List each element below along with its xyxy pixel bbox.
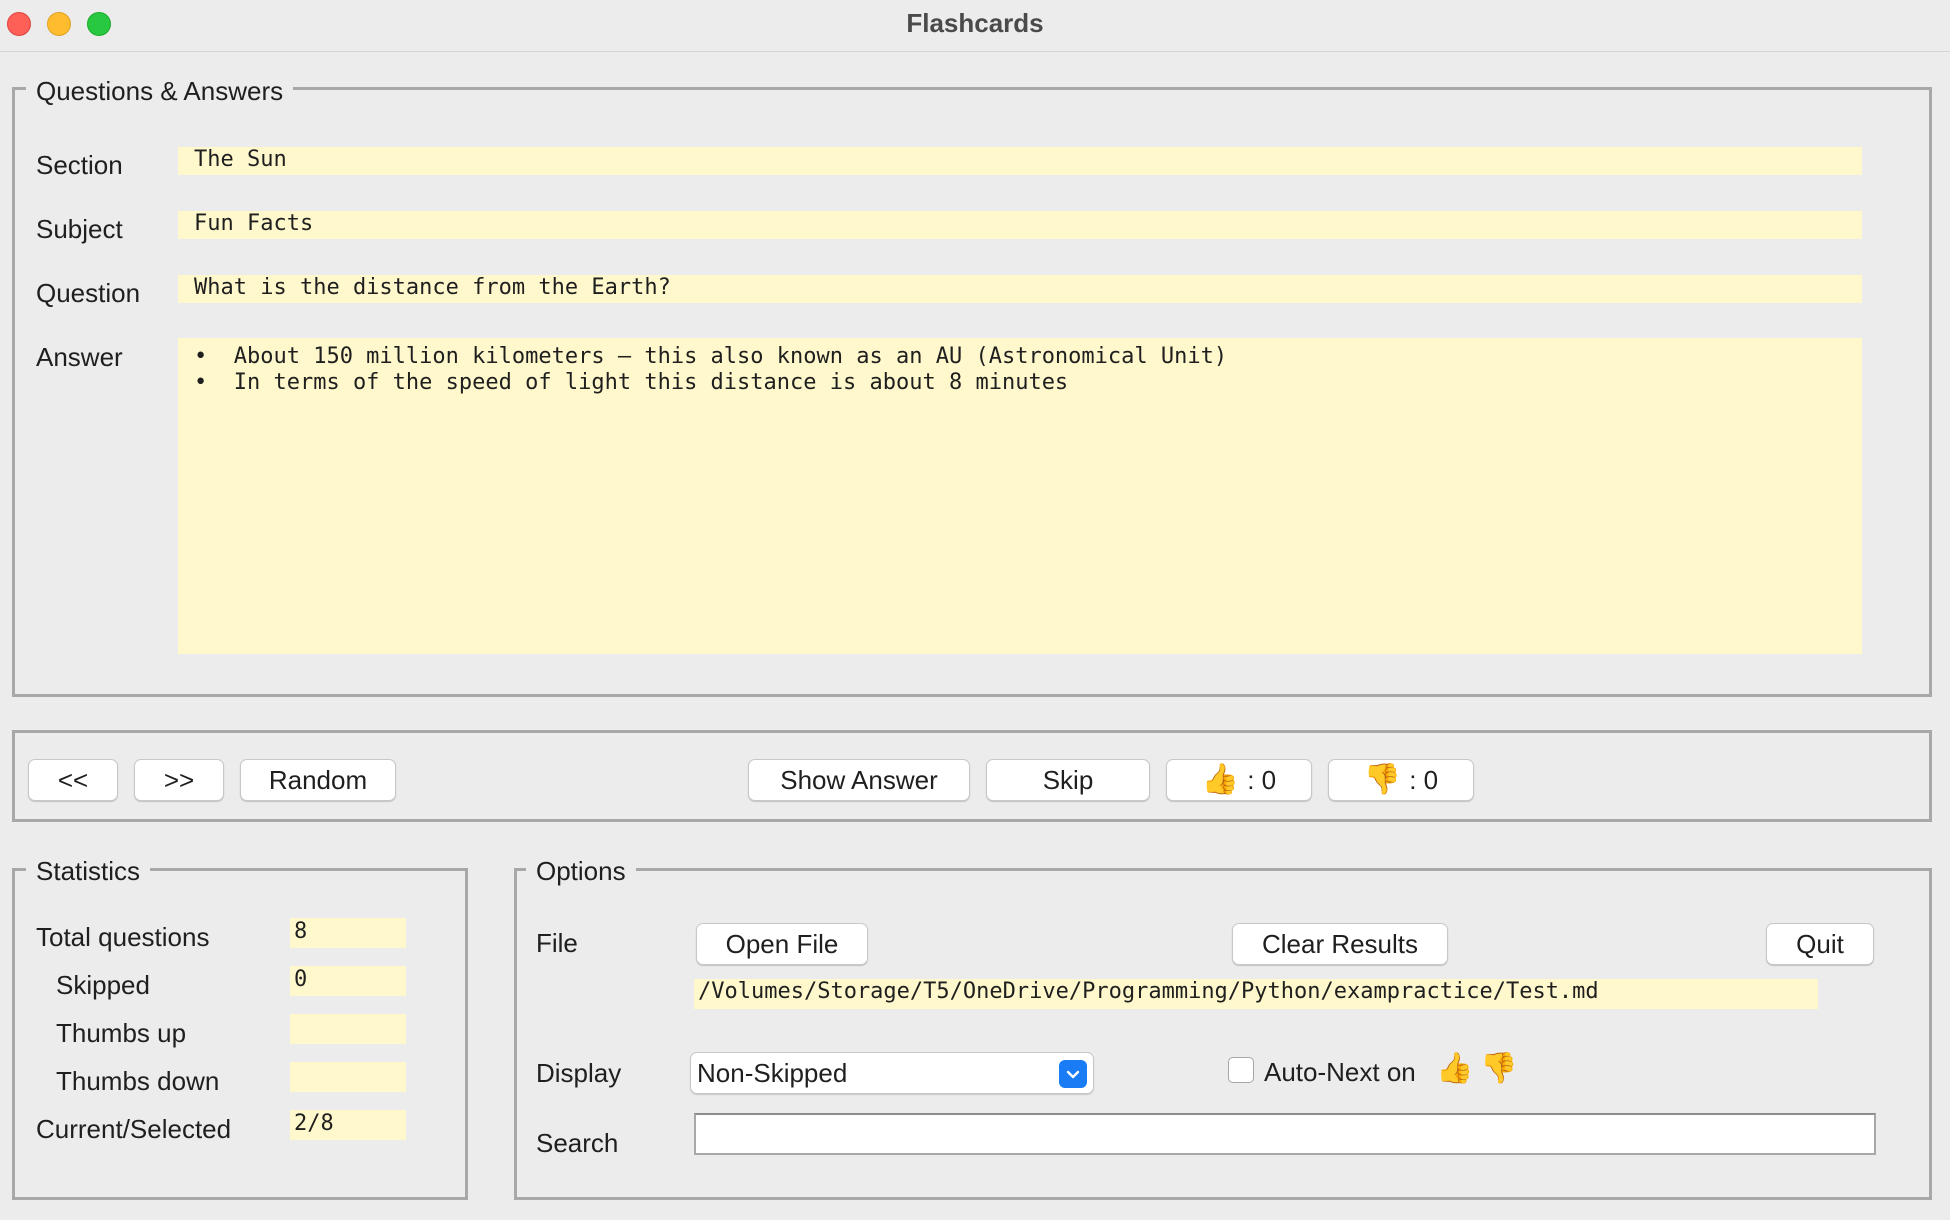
title-bar: Flashcards	[0, 0, 1950, 52]
thumbs-down-count: : 0	[1409, 765, 1439, 795]
thumbs-down-button[interactable]: 👎 : 0	[1328, 759, 1474, 801]
thumbs-up-icon: 👍	[1201, 763, 1240, 796]
answer-label: Answer	[36, 342, 123, 372]
display-selected-value: Non-Skipped	[697, 1058, 848, 1088]
answer-line: • About 150 million kilometers – this al…	[194, 344, 1228, 369]
skipped-label: Skipped	[56, 970, 150, 1000]
display-label: Display	[536, 1058, 622, 1088]
thumbs-up-stat-field	[290, 1014, 406, 1044]
search-input[interactable]	[694, 1113, 1876, 1155]
total-questions-field: 8	[290, 918, 406, 948]
current-selected-field: 2/8	[290, 1110, 406, 1140]
skip-button[interactable]: Skip	[986, 759, 1150, 801]
section-field: The Sun	[178, 147, 1862, 175]
display-select[interactable]: Non-Skipped	[690, 1052, 1094, 1094]
subject-label: Subject	[36, 214, 123, 244]
auto-next-checkbox[interactable]	[1228, 1057, 1254, 1083]
auto-next-label: Auto-Next on	[1264, 1057, 1416, 1087]
thumbs-down-stat-label: Thumbs down	[56, 1066, 220, 1096]
file-label: File	[536, 928, 578, 958]
next-button[interactable]: >>	[134, 759, 224, 801]
clear-results-button[interactable]: Clear Results	[1232, 923, 1448, 965]
subject-field: Fun Facts	[178, 211, 1862, 239]
chevron-down-icon	[1059, 1060, 1087, 1088]
section-label: Section	[36, 150, 123, 180]
quit-button[interactable]: Quit	[1766, 923, 1874, 965]
answer-line: • In terms of the speed of light this di…	[194, 370, 1069, 395]
statistics-legend: Statistics	[26, 856, 151, 886]
thumbs-down-stat-field	[290, 1062, 406, 1092]
answer-text-area[interactable]: • About 150 million kilometers – this al…	[178, 338, 1862, 654]
total-questions-label: Total questions	[36, 922, 210, 952]
options-legend: Options	[526, 856, 636, 886]
current-selected-label: Current/Selected	[36, 1114, 232, 1144]
show-answer-button[interactable]: Show Answer	[748, 759, 970, 801]
thumbs-down-icon: 👎	[1363, 763, 1402, 796]
open-file-button[interactable]: Open File	[696, 923, 868, 965]
thumbs-up-count: : 0	[1247, 765, 1277, 795]
random-button[interactable]: Random	[240, 759, 396, 801]
auto-next-thumbs-down-icon: 👎	[1480, 1052, 1518, 1085]
search-label: Search	[536, 1128, 619, 1158]
question-label: Question	[36, 278, 141, 308]
file-path-field: /Volumes/Storage/T5/OneDrive/Programming…	[694, 979, 1818, 1009]
thumbs-up-stat-label: Thumbs up	[56, 1018, 187, 1048]
skipped-field: 0	[290, 966, 406, 996]
auto-next-thumbs-up-icon: 👍	[1436, 1052, 1474, 1085]
thumbs-up-button[interactable]: 👍 : 0	[1166, 759, 1312, 801]
previous-button[interactable]: <<	[28, 759, 118, 801]
questions-answers-legend: Questions & Answers	[26, 76, 294, 106]
window-title: Flashcards	[906, 8, 1044, 38]
question-field: What is the distance from the Earth?	[178, 275, 1862, 303]
